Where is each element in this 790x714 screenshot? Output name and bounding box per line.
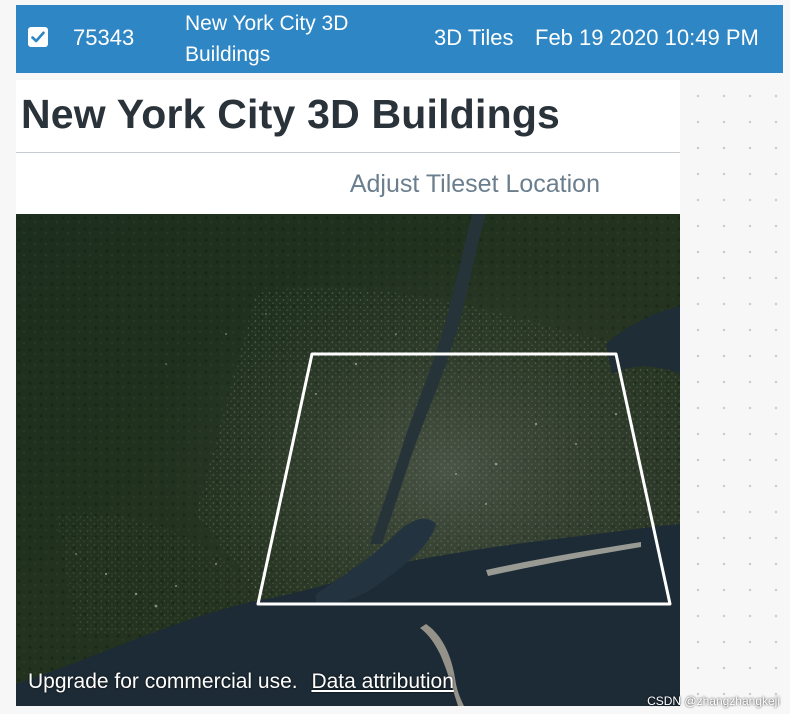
adjust-tileset-location-link[interactable]: Adjust Tileset Location: [350, 168, 600, 200]
asset-id: 75343: [73, 25, 135, 50]
asset-row-selected[interactable]: 75343 New York City 3D Buildings 3D Tile…: [16, 5, 783, 73]
title-divider: [16, 152, 680, 153]
map-credits: Upgrade for commercial use. Data attribu…: [28, 669, 454, 695]
map-viewer[interactable]: Upgrade for commercial use. Data attribu…: [16, 214, 680, 706]
asset-details-panel: New York City 3D Buildings Adjust Tilese…: [16, 80, 680, 706]
commercial-use-notice: Upgrade for commercial use.: [28, 670, 298, 693]
watermark: CSDN @zhangzhangkeji: [647, 694, 780, 708]
asset-date-added: Feb 19 2020 10:49 PM: [535, 25, 759, 50]
asset-type: 3D Tiles: [434, 25, 514, 50]
data-attribution-link[interactable]: Data attribution: [311, 670, 453, 693]
asset-name: New York City 3D Buildings: [185, 12, 349, 66]
details-title: New York City 3D Buildings: [21, 91, 561, 137]
row-checkbox[interactable]: [28, 27, 48, 47]
checkmark-icon: [31, 31, 45, 43]
satellite-imagery: [16, 214, 680, 706]
